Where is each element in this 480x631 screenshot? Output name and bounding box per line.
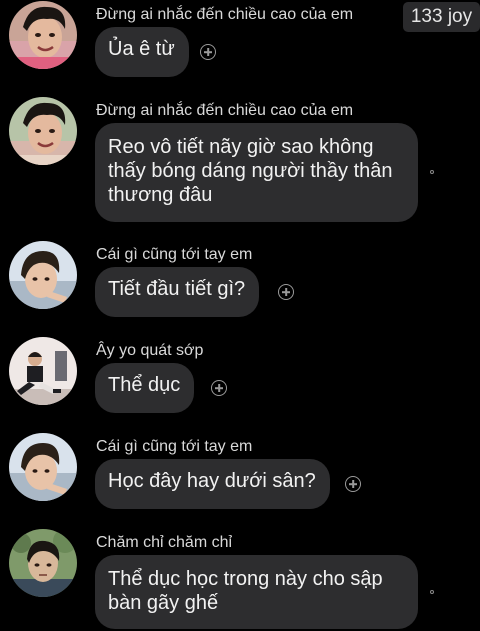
message-row: Đừng ai nhắc đến chiều cao của em Ủa ê t… xyxy=(0,0,480,90)
message-bubble[interactable]: Reo vô tiết nãy giờ sao không thấy bóng … xyxy=(95,123,418,222)
message-row: Ây yo quát sớp Thể dục xyxy=(0,336,480,426)
seen-indicator xyxy=(430,170,434,174)
message-text: thấy bóng dáng người thầy thân xyxy=(108,160,393,182)
sender-name: Cái gì cũng tới tay em xyxy=(96,246,253,263)
sender-name: Chăm chỉ chăm chỉ xyxy=(96,534,233,551)
message-text: Ủa ê từ xyxy=(108,38,175,60)
add-reaction-icon[interactable] xyxy=(211,380,227,396)
sender-name: Cái gì cũng tới tay em xyxy=(96,438,253,455)
message-bubble[interactable]: Thể dục xyxy=(95,363,195,413)
message-text: thương đâu xyxy=(108,184,213,206)
message-text: Thể dục xyxy=(108,374,181,396)
message-bubble[interactable]: Thể dục học trong này cho sập bàn gãy gh… xyxy=(95,555,418,629)
message-row: Cái gì cũng tới tay em Tiết đầu tiết gì? xyxy=(0,240,480,330)
sender-avatar[interactable] xyxy=(9,241,77,309)
message-text: Học đây hay dưới sân? xyxy=(108,470,316,492)
message-row: Cái gì cũng tới tay em Học đây hay dưới … xyxy=(0,432,480,522)
sender-avatar[interactable] xyxy=(9,97,77,165)
message-row: Chăm chỉ chăm chỉ Thể dục học trong này … xyxy=(0,528,480,631)
message-bubble[interactable]: Ủa ê từ xyxy=(95,27,189,77)
add-reaction-icon[interactable] xyxy=(200,44,216,60)
add-reaction-icon[interactable] xyxy=(345,476,361,492)
message-text: Reo vô tiết nãy giờ sao không xyxy=(108,136,374,158)
message-text: Tiết đầu tiết gì? xyxy=(108,278,246,300)
message-text: Thể dục học trong này cho sập xyxy=(108,568,383,590)
message-row: Đừng ai nhắc đến chiều cao của em Reo vô… xyxy=(0,96,480,228)
sender-avatar[interactable] xyxy=(9,337,77,405)
message-bubble[interactable]: Học đây hay dưới sân? xyxy=(95,459,330,509)
sender-avatar[interactable] xyxy=(9,1,77,69)
sender-name: Ây yo quát sớp xyxy=(96,342,204,359)
message-text: bàn gãy ghế xyxy=(108,592,219,614)
message-bubble[interactable]: Tiết đầu tiết gì? xyxy=(95,267,260,317)
sender-name: Đừng ai nhắc đến chiều cao của em xyxy=(96,6,354,23)
add-reaction-icon[interactable] xyxy=(278,284,294,300)
sender-avatar[interactable] xyxy=(9,529,77,597)
sender-avatar[interactable] xyxy=(9,433,77,501)
seen-indicator xyxy=(430,590,434,594)
sender-name: Đừng ai nhắc đến chiều cao của em xyxy=(96,102,354,119)
